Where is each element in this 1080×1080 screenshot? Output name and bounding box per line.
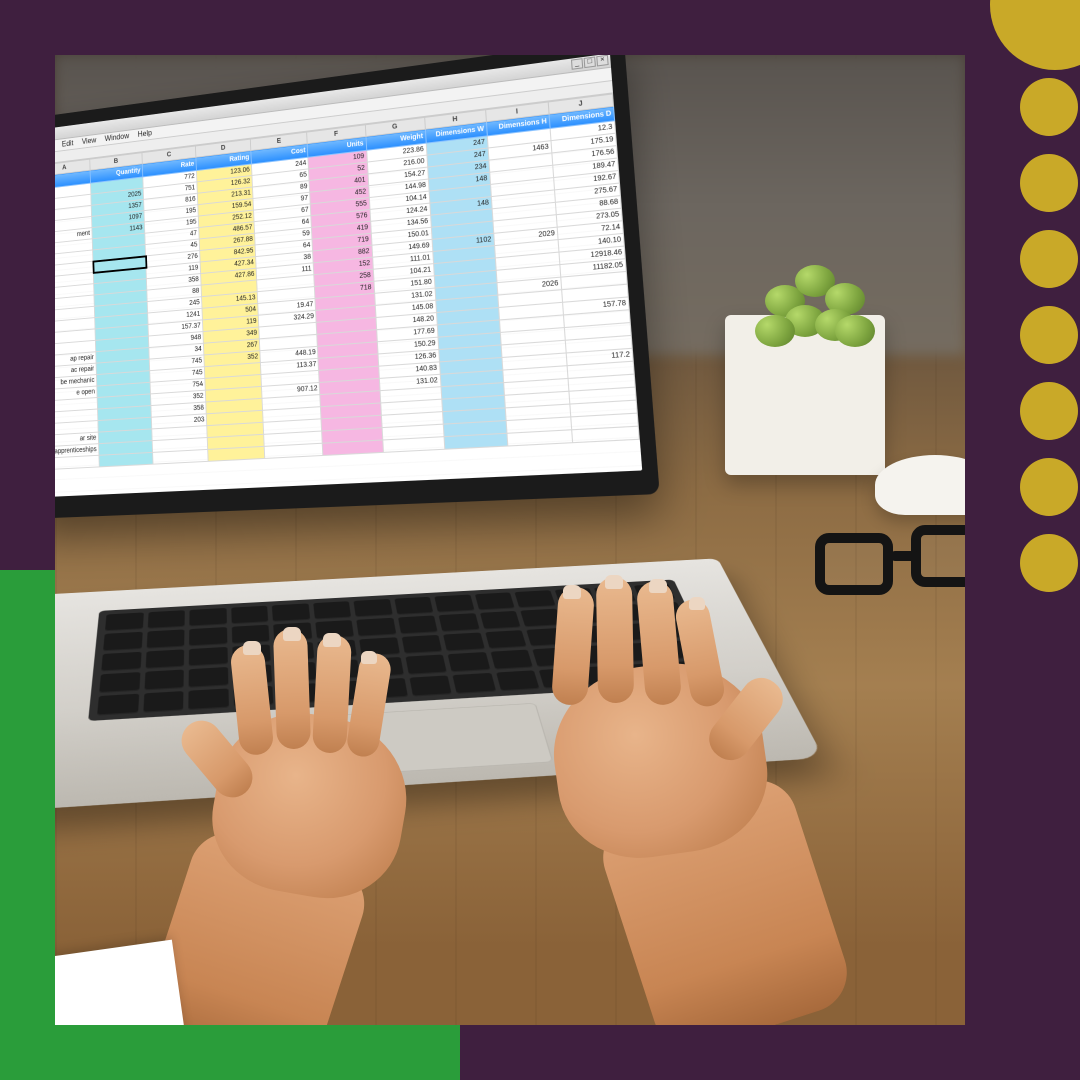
hand-left — [125, 635, 475, 1025]
decor-dot — [1020, 230, 1078, 288]
keyboard-key[interactable] — [439, 613, 480, 632]
keyboard-key[interactable] — [356, 618, 396, 637]
decor-dot — [1020, 78, 1078, 136]
menu-edit[interactable]: Edit — [62, 139, 74, 150]
maximize-button[interactable]: □ — [584, 56, 596, 68]
cell[interactable] — [55, 455, 99, 469]
keyboard-key[interactable] — [353, 599, 392, 617]
cell[interactable] — [444, 433, 508, 449]
menu-view[interactable]: View — [82, 136, 97, 147]
keyboard-key[interactable] — [189, 608, 226, 627]
window-controls[interactable]: _ □ × — [571, 55, 609, 70]
cell[interactable] — [153, 449, 209, 464]
paper-sheet — [55, 940, 189, 1025]
hand-right — [485, 595, 845, 1015]
decor-dot — [1020, 458, 1078, 516]
spreadsheet-grid[interactable]: ABCDEFGHIJQuantityRateRatingCostUnitsWei… — [55, 93, 642, 497]
cell[interactable] — [382, 437, 444, 453]
laptop-screen-bezel: _ □ × File Edit View Window Help ABCDEFG… — [55, 55, 660, 519]
decor-dot-big — [990, 0, 1080, 70]
cell[interactable] — [323, 440, 383, 455]
keyboard-key[interactable] — [272, 603, 310, 621]
keyboard-key[interactable] — [394, 597, 433, 615]
decor-dot — [1020, 306, 1078, 364]
photo-frame: _ □ × File Edit View Window Help ABCDEFG… — [55, 55, 965, 1025]
cell[interactable] — [265, 443, 324, 458]
plant — [735, 245, 885, 365]
keyboard-key[interactable] — [105, 612, 143, 631]
decor-dot — [1020, 154, 1078, 212]
keyboard-key[interactable] — [434, 595, 474, 613]
decor-dot — [1020, 534, 1078, 592]
keyboard-key[interactable] — [398, 615, 438, 634]
cell[interactable] — [507, 430, 573, 446]
menu-help[interactable]: Help — [138, 129, 153, 140]
close-button[interactable]: × — [596, 55, 608, 66]
keyboard-key[interactable] — [147, 610, 185, 629]
cell[interactable] — [572, 426, 640, 443]
decor-dots — [1020, 0, 1080, 592]
minimize-button[interactable]: _ — [571, 58, 583, 70]
laptop-screen[interactable]: _ □ × File Edit View Window Help ABCDEFG… — [55, 55, 642, 497]
keyboard-key[interactable] — [231, 606, 268, 624]
cell[interactable] — [99, 452, 153, 467]
cell[interactable] — [208, 446, 265, 461]
decor-dot — [1020, 382, 1078, 440]
keyboard-key[interactable] — [313, 601, 351, 619]
